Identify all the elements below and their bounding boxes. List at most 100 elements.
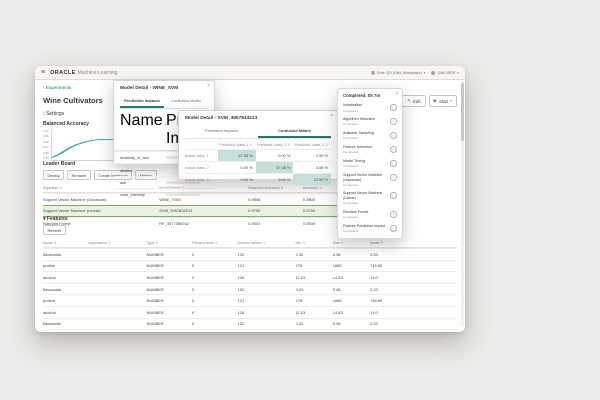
chevron-down-icon: ▾ [450,99,452,103]
feature-row[interactable]: proline NUMBER 0 121 278 1680 746.89 [43,294,457,306]
step-name: Initialization [343,103,387,108]
column-header-mean[interactable]: Mean⇅ [370,241,407,245]
column-header-type[interactable]: Type⇅ [146,241,192,245]
feature-name: alcalinity_of_ash [120,155,166,160]
scrollbar-thumb[interactable] [461,83,464,141]
tab-prediction-impacts[interactable]: Prediction Impacts [185,126,258,138]
sort-icon: ⇅ [319,186,322,190]
max-cell: 5.08 [333,321,370,326]
column-header-min[interactable]: Min⇅ [296,241,333,245]
step-status: Completed [343,215,387,219]
max-cell: 1680 [333,298,370,303]
feature-name: proline [43,263,89,268]
app-title: Machine Learning [78,70,118,76]
min-cell: 11.03 [296,275,333,280]
feature-row[interactable]: proline NUMBER 0 121 278 1680 746.89 [43,260,457,272]
distinct-cell: 132 [238,252,296,257]
mean-cell: 13.0 [370,310,407,315]
deploy-button[interactable]: Deploy [43,170,64,180]
leader-board-header: Algorithm⇅ Model Name⇅ Balanced Accuracy… [43,184,385,193]
actual-class-label: Actual: class_1 [185,154,218,158]
nulls-cell: 0 [192,321,238,326]
step-name: Random Forest [343,210,387,215]
feature-name: alcohol [43,275,89,280]
column-header-distinct-values[interactable]: Distinct Values⇅ [238,241,296,245]
tab-confusion-matrix[interactable]: Confusion Matrix [258,126,331,138]
feature-row[interactable]: proline NUMBER 0 121 278 1680 746.89 [43,329,457,332]
start-button[interactable]: ▶ Start ▾ [429,95,457,107]
tab-confusion-matrix[interactable]: Confusion Matrix [164,96,208,108]
sort-icon: ⇅ [341,241,344,245]
page-title: Wine Cultivators [43,96,103,105]
matrix-cell: 4.58 % [293,162,331,173]
status-check-icon: ✓ [390,160,397,167]
feature-name: ash [120,180,166,185]
back-icon: ‹ [43,85,45,90]
close-icon[interactable]: × [207,84,210,89]
column-header-balanced-accuracy[interactable]: Balanced Accuracy⇅ [248,186,303,190]
breadcrumb[interactable]: ‹ Experiments [43,85,71,90]
features-title: Features [47,216,68,222]
step-status: Completed [343,122,387,126]
step-name: Feature Selection [343,145,387,150]
step-name: Adaptive Sampling [343,131,387,136]
scrollbar[interactable] [461,81,464,326]
matrix-cell: 0.00 % [218,174,256,185]
nulls-cell: 0 [192,263,238,268]
feature-name: proline [43,298,89,303]
close-icon[interactable]: × [395,92,398,97]
matrix-cell: 0.00 % [256,150,294,161]
hamburger-menu-icon[interactable]: ≡ [41,69,45,76]
sort-icon: ⇅ [281,186,284,190]
type-cell: NUMBER [146,263,192,268]
column-header-predicted-class1[interactable]: Predicted: class_1⇅ [218,143,256,147]
column-header-predicted-class2[interactable]: Predicted: class_2⇅ [256,143,294,147]
list-item: Support Vector Machine (Gaussian)Complet… [338,171,402,190]
feature-name: flavanoids [43,252,89,257]
edit-button[interactable]: ✎ Edit [402,95,425,107]
feature-name: alcohol [43,310,89,315]
feature-name: flavanoids [43,287,89,292]
feature-row[interactable]: flavanoids NUMBER 0 132 0.34 5.08 2.03 [43,318,457,330]
distinct-cell: 126 [238,310,296,315]
column-label: Percent Nulls [192,241,214,245]
chart-y-axis: 1.00 0.99 0.98 0.97 0.96 0.95 [43,130,49,160]
column-header-predicted-class3[interactable]: Predicted: class_3⇅ [293,143,331,147]
close-icon[interactable]: × [330,114,333,119]
matrix-cell: 22.50 % [293,174,331,185]
app-header: ≡ ORACLE Machine Learning ▦ Role: QS (OM… [35,66,465,80]
column-header-name[interactable]: Name⇅ [120,112,166,148]
model-name-link[interactable]: SVM_3957834213 [159,208,248,213]
column-header-max[interactable]: Max⇅ [333,241,370,245]
status-check-icon: ✓ [390,174,397,181]
sort-icon: ⇅ [263,241,266,245]
list-item: Model TuningCompleted ✓ [338,157,402,171]
table-row[interactable]: Support Vector Machine (Gaussian) WINE_S… [43,193,385,205]
user-menu[interactable]: OMLUSER ▾ [431,71,459,75]
column-header-percent-nulls[interactable]: Percent Nulls⇅ [192,241,238,245]
settings-toggle[interactable]: › Settings [43,111,64,117]
pencil-icon: ✎ [407,98,411,104]
actual-class-label: Actual: class_3 [185,178,218,182]
step-status: Completed [343,201,387,205]
y-tick: 0.97 [43,146,49,149]
feature-row[interactable]: flavanoids NUMBER 0 132 0.34 5.08 2.03 [43,248,457,260]
column-label: Balanced Accuracy [248,186,279,190]
refresh-button[interactable]: Refresh [43,225,66,235]
feature-row[interactable]: alcohol NUMBER 0 126 11.03 14.83 13.0 [43,306,457,318]
distinct-cell: 126 [238,275,296,280]
sort-icon: ⇅ [380,241,383,245]
feature-row[interactable]: flavanoids NUMBER 0 132 0.34 5.08 2.03 [43,283,457,295]
feature-row[interactable]: alcohol NUMBER 0 126 11.03 14.83 13.0 [43,271,457,283]
column-header-importance[interactable]: Importance⇅ [89,241,147,245]
column-header-name[interactable]: Name⇅ [43,241,89,245]
dialog-tabs: Prediction Impacts Confusion Matrix [120,96,208,109]
dialog-title: Model Detail - SVM_3957834213 [179,111,337,124]
automl-progress-panel: × Completed: 0h 7m Initialization Complet… [337,88,403,239]
rename-button[interactable]: Rename [67,170,91,180]
workspace-selector[interactable]: ▦ Role: QS (OML Workspace) ▾ [371,70,426,76]
experiment-actions: ✎ Edit ▶ Start ▾ [402,95,457,107]
sort-icon: ⇅ [287,143,290,147]
tab-prediction-impacts[interactable]: Prediction Impacts [120,96,164,108]
progress-panel-title: Completed: 0h 7m [338,89,402,101]
